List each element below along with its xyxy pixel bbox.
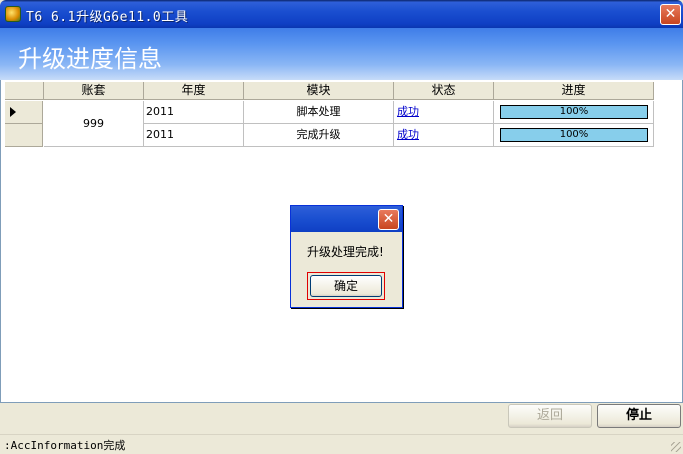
cell-status[interactable]: 成功 bbox=[394, 101, 494, 124]
progress-bar: 100% bbox=[500, 105, 648, 119]
status-link[interactable]: 成功 bbox=[397, 128, 419, 141]
cell-year[interactable]: 2011 bbox=[144, 101, 244, 124]
bottom-separator bbox=[0, 402, 683, 403]
dialog-message: 升级处理完成! bbox=[307, 245, 384, 259]
close-icon: ✕ bbox=[382, 211, 395, 227]
dialog-focus-rect: 确定 bbox=[307, 272, 385, 300]
ok-button[interactable]: 确定 bbox=[310, 275, 382, 297]
completion-dialog: ✕ 升级处理完成! 确定 bbox=[290, 205, 403, 308]
window-titlebar: T6 6.1升级G6e11.0工具 ✕ bbox=[0, 0, 683, 28]
column-header-status[interactable]: 状态 bbox=[394, 82, 494, 100]
cell-year[interactable]: 2011 bbox=[144, 124, 244, 147]
progress-label: 100% bbox=[559, 106, 589, 117]
current-row-arrow-icon bbox=[10, 107, 16, 117]
cell-module[interactable]: 完成升级 bbox=[244, 124, 394, 147]
status-bar: :AccInformation完成 bbox=[0, 434, 683, 454]
dialog-close-button[interactable]: ✕ bbox=[378, 209, 399, 230]
app-icon bbox=[5, 6, 21, 22]
progress-bar: 100% bbox=[500, 128, 648, 142]
column-header-year[interactable]: 年度 bbox=[144, 82, 244, 100]
cell-account[interactable]: 999 bbox=[44, 101, 144, 147]
stop-button[interactable]: 停止 bbox=[597, 404, 681, 428]
close-icon: ✕ bbox=[664, 6, 677, 22]
header-banner: 升级进度信息 bbox=[0, 28, 683, 80]
cell-progress: 100% bbox=[494, 124, 654, 147]
cell-status[interactable]: 成功 bbox=[394, 124, 494, 147]
page-title: 升级进度信息 bbox=[18, 45, 162, 73]
progress-label: 100% bbox=[559, 129, 589, 140]
status-text: :AccInformation完成 bbox=[4, 439, 126, 452]
dialog-titlebar: ✕ bbox=[291, 206, 402, 232]
back-button[interactable]: 返回 bbox=[508, 404, 592, 428]
column-header-module[interactable]: 模块 bbox=[244, 82, 394, 100]
column-header-progress[interactable]: 进度 bbox=[494, 82, 654, 100]
row-selector[interactable] bbox=[5, 124, 43, 147]
window-close-button[interactable]: ✕ bbox=[660, 4, 681, 25]
cell-module[interactable]: 脚本处理 bbox=[244, 101, 394, 124]
column-header-account[interactable]: 账套 bbox=[44, 82, 144, 100]
row-selector[interactable] bbox=[5, 101, 43, 124]
cell-progress: 100% bbox=[494, 101, 654, 124]
status-link[interactable]: 成功 bbox=[397, 105, 419, 118]
window-title: T6 6.1升级G6e11.0工具 bbox=[26, 10, 189, 25]
grid-corner bbox=[5, 82, 44, 100]
resize-grip-icon[interactable] bbox=[671, 442, 681, 452]
